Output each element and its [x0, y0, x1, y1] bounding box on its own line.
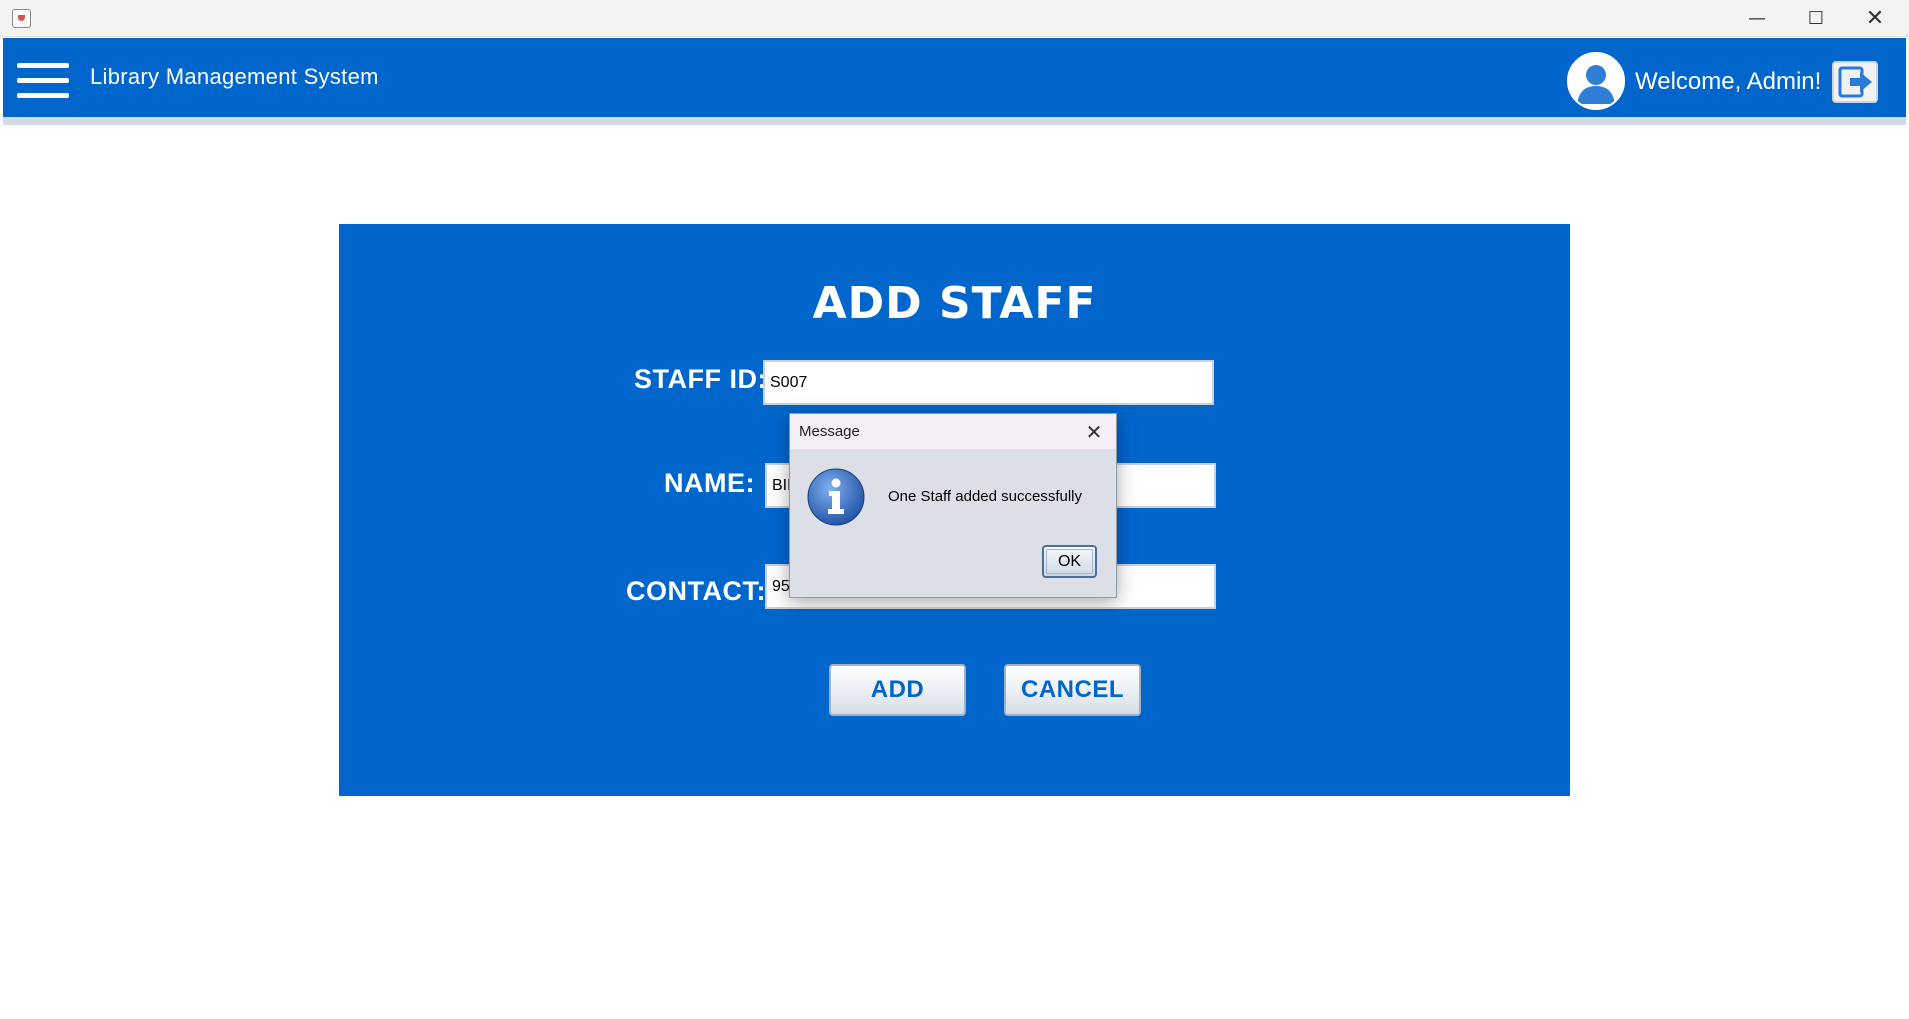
form-title: ADD STAFF [812, 278, 1097, 329]
dialog-close-button[interactable]: ✕ [1080, 418, 1108, 446]
cancel-button[interactable]: CANCEL [1004, 664, 1141, 716]
dialog-title: Message [799, 423, 860, 440]
header-divider [3, 117, 1906, 125]
app-header: Library Management System Welcome, Admin… [3, 38, 1906, 117]
add-button[interactable]: ADD [829, 664, 966, 716]
minimize-button[interactable]: — [1728, 0, 1786, 37]
contact-label: CONTACT: [626, 576, 766, 606]
staff-id-input[interactable]: S007 [763, 360, 1214, 405]
message-dialog: Message ✕ One Staff added successfully O… [789, 413, 1117, 598]
info-icon [807, 468, 865, 526]
app-title: Library Management System [90, 64, 379, 89]
dialog-titlebar: Message ✕ [790, 414, 1116, 450]
dialog-message: One Staff added successfully [888, 488, 1083, 505]
window-close-button[interactable]: ✕ [1846, 0, 1904, 37]
staff-id-label: STAFF ID: [634, 364, 767, 394]
welcome-text: Welcome, Admin! [1635, 68, 1822, 95]
user-avatar-icon [1567, 52, 1625, 110]
logout-button[interactable] [1832, 61, 1878, 103]
logout-icon [1838, 66, 1872, 98]
window-titlebar: — ☐ ✕ [0, 0, 1909, 37]
name-label: NAME: [664, 468, 755, 498]
java-app-icon [12, 9, 31, 28]
maximize-button[interactable]: ☐ [1787, 0, 1845, 37]
hamburger-icon[interactable] [17, 63, 69, 99]
ok-button[interactable]: OK [1042, 545, 1097, 578]
